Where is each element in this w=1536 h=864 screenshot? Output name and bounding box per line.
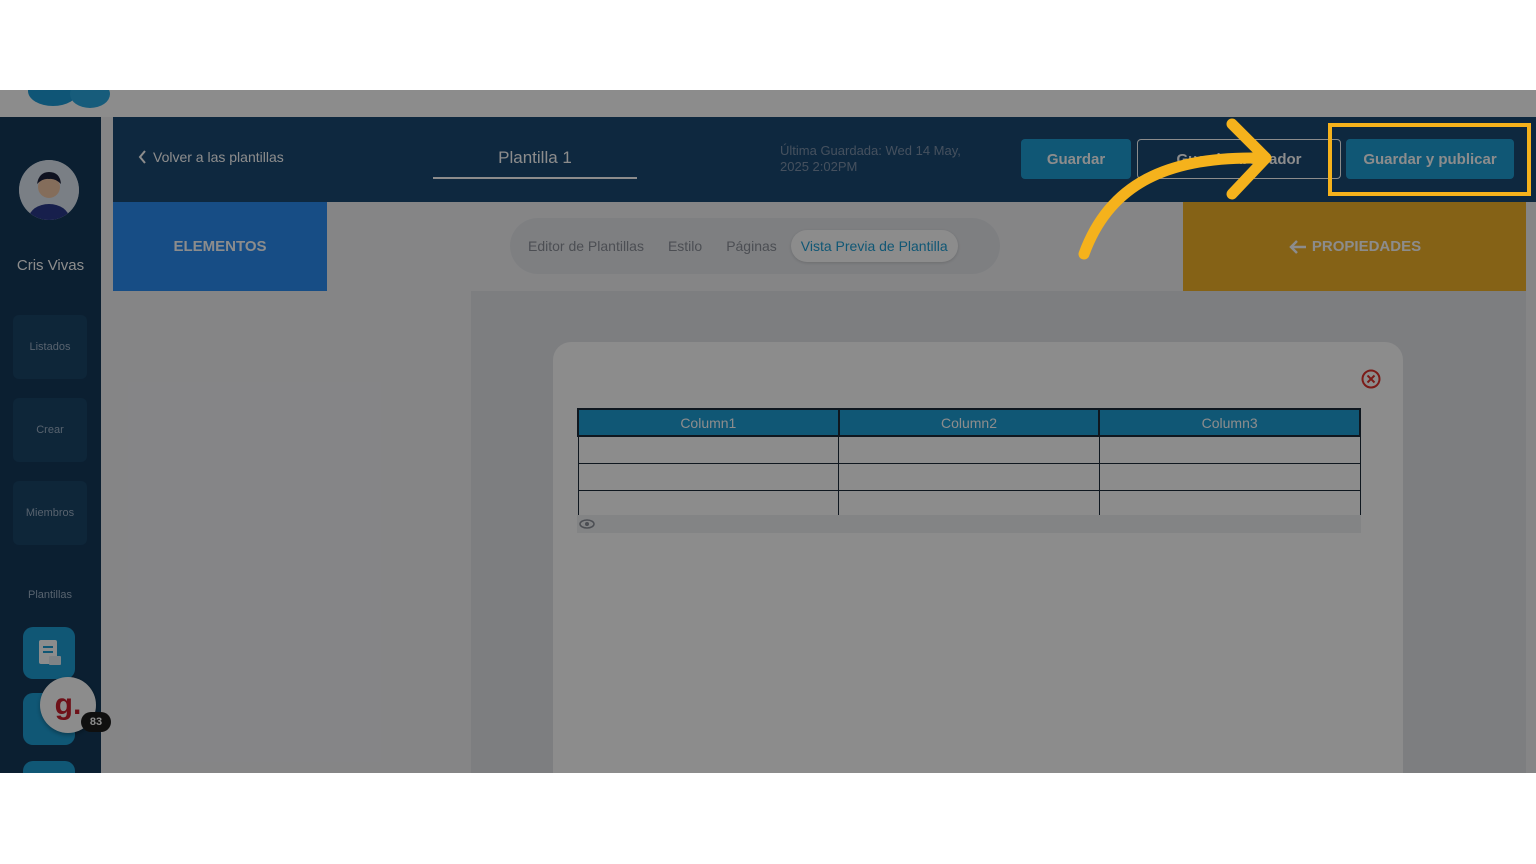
editor-tabs: Editor de Plantillas Estilo Páginas Vist…: [510, 218, 1000, 274]
sidebar-item-crear[interactable]: Crear: [13, 398, 87, 462]
notification-count: 83: [81, 712, 111, 732]
table-cell[interactable]: [577, 462, 840, 491]
elements-panel-toggle[interactable]: ELEMENTOS: [113, 202, 327, 291]
publish-highlight-box: [1328, 123, 1531, 196]
template-name-input[interactable]: Plantilla 1: [433, 139, 637, 179]
tab-template-editor[interactable]: Editor de Plantillas: [518, 230, 654, 262]
column-header[interactable]: Column2: [837, 408, 1101, 437]
tab-template-preview[interactable]: Vista Previa de Plantilla: [790, 230, 958, 262]
editor-header: Volver a las plantillas Plantilla 1 Últi…: [113, 117, 1536, 202]
avatar[interactable]: [19, 160, 79, 220]
table-cell[interactable]: [838, 462, 1100, 491]
folder-icon[interactable]: [23, 761, 75, 773]
table-footer: [577, 515, 1361, 533]
sidebar: Cris Vivas Listados Crear Miembros Plant…: [0, 117, 101, 773]
annotation-arrow-icon: [1078, 118, 1272, 260]
app-window: Cris Vivas Listados Crear Miembros Plant…: [0, 90, 1536, 773]
user-avatar-icon: [19, 160, 79, 220]
data-table: Column1 Column2 Column3: [577, 408, 1361, 518]
logo-icon-secondary: [70, 90, 110, 108]
table-row: [577, 489, 1361, 518]
last-saved-status: Última Guardada: Wed 14 May, 2025 2:02PM: [780, 143, 961, 174]
eye-icon[interactable]: [579, 518, 595, 530]
table-cell[interactable]: [1098, 435, 1361, 464]
back-link-label: Volver a las plantillas: [153, 149, 284, 165]
tab-style[interactable]: Estilo: [658, 230, 712, 262]
table-cell[interactable]: [1098, 462, 1361, 491]
properties-label: PROPIEDADES: [1311, 238, 1422, 255]
tab-pages[interactable]: Páginas: [716, 230, 787, 262]
table-cell[interactable]: [577, 435, 840, 464]
table-row: [577, 462, 1361, 491]
document-icon[interactable]: [23, 627, 75, 679]
table-cell[interactable]: [838, 435, 1100, 464]
chevron-left-icon: [138, 150, 146, 164]
user-name: Cris Vivas: [16, 257, 85, 274]
top-strip: [0, 90, 1536, 117]
table-row: [577, 435, 1361, 464]
table-cell[interactable]: [1098, 489, 1361, 518]
table-cell[interactable]: [838, 489, 1100, 518]
sidebar-item-listados[interactable]: Listados: [13, 315, 87, 379]
column-header[interactable]: Column3: [1098, 408, 1361, 437]
table-cell[interactable]: [577, 489, 840, 518]
sidebar-item-miembros[interactable]: Miembros: [13, 481, 87, 545]
close-icon[interactable]: [1361, 369, 1381, 389]
column-header[interactable]: Column1: [577, 408, 840, 437]
preview-canvas: Column1 Column2 Column3: [471, 291, 1526, 773]
preview-card: Column1 Column2 Column3: [553, 342, 1403, 773]
back-to-templates-link[interactable]: Volver a las plantillas: [138, 149, 284, 165]
sidebar-item-plantillas[interactable]: Plantillas: [13, 563, 87, 627]
